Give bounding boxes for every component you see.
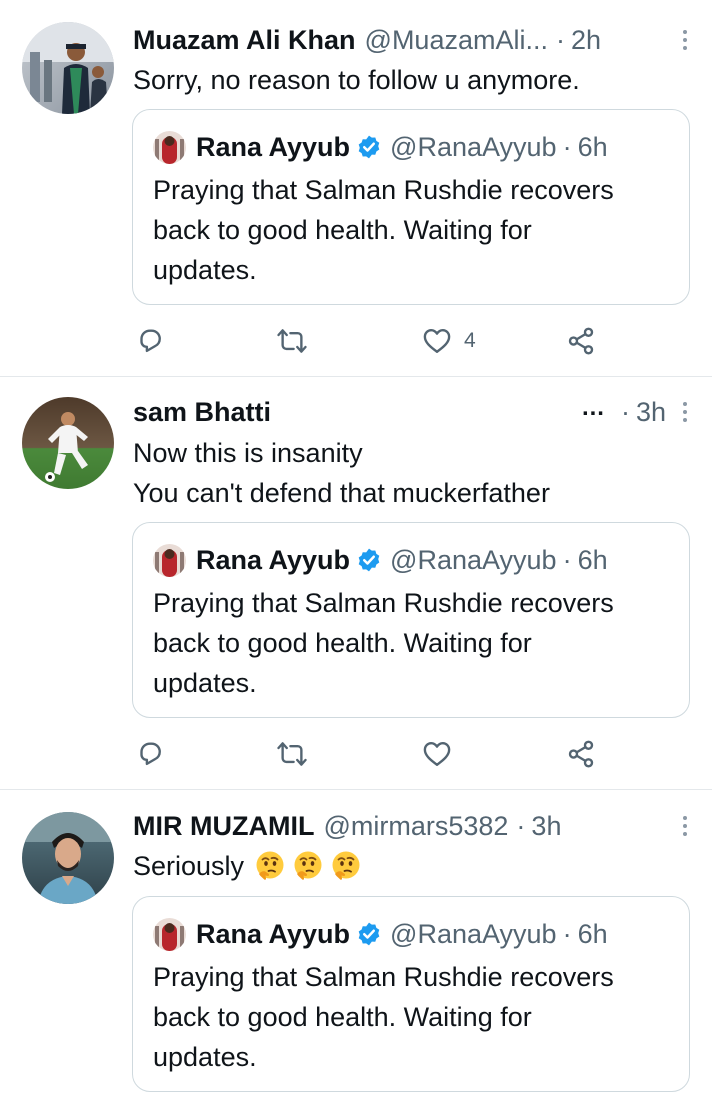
author-handle[interactable]: ...: [582, 390, 605, 426]
avatar[interactable]: [22, 397, 114, 489]
verified-badge-icon: [356, 921, 382, 947]
quoted-text-line: updates.: [153, 1042, 257, 1072]
avatar[interactable]: [22, 812, 114, 904]
more-options-icon[interactable]: [682, 400, 688, 424]
separator-dot: ·: [516, 811, 526, 841]
quoted-text-line: Praying that Salman Rushdie recovers: [153, 175, 614, 205]
quoted-tweet-text: Praying that Salman Rushdie recovers bac…: [153, 583, 683, 703]
quoted-author-handle[interactable]: @RanaAyyub: [390, 919, 557, 950]
quoted-tweet-header: Rana Ayyub @RanaAyyub · 6h: [153, 543, 608, 577]
more-options-icon[interactable]: [682, 814, 688, 838]
reply-icon: [135, 326, 165, 356]
timestamp[interactable]: 3h: [636, 394, 666, 430]
separator-dot: ·: [562, 131, 572, 162]
reply-tweet[interactable]: Muazam Ali Khan @MuazamAli... · 2h Sorry…: [0, 0, 712, 376]
like-count: 4: [464, 329, 476, 352]
tweet-header: Muazam Ali Khan @MuazamAli... · 2h: [133, 22, 692, 58]
author-name[interactable]: Muazam Ali Khan: [133, 22, 356, 58]
retweet-button[interactable]: [276, 321, 308, 361]
share-button[interactable]: [566, 321, 596, 361]
share-icon: [566, 326, 596, 356]
quoted-avatar: [153, 130, 186, 164]
tweet-text-line: You can't defend that muckerfather: [133, 478, 550, 508]
verified-badge-icon: [356, 547, 382, 573]
tweet-header: MIR MUZAMIL @mirmars5382 · 3h: [133, 808, 692, 844]
thinking-face-emoji-icon: [330, 850, 362, 882]
tweet-actions: 4: [132, 321, 612, 361]
tweet-header: sam Bhatti ... · 3h: [133, 394, 692, 430]
retweet-icon: [276, 326, 308, 356]
quoted-text-line: back to good health. Waiting for: [153, 628, 532, 658]
reply-button[interactable]: [135, 321, 165, 361]
reply-icon: [135, 739, 165, 769]
separator-dot: ·: [562, 918, 572, 949]
avatar[interactable]: [22, 22, 114, 114]
quoted-text-line: Praying that Salman Rushdie recovers: [153, 588, 614, 618]
quoted-text-line: updates.: [153, 668, 257, 698]
quoted-text-line: updates.: [153, 255, 257, 285]
author-handle[interactable]: @mirmars5382: [323, 808, 508, 844]
heart-icon: [422, 326, 452, 356]
verified-badge-icon: [356, 134, 382, 160]
quoted-avatar: [153, 917, 186, 951]
quoted-timestamp[interactable]: 6h: [578, 132, 608, 163]
quoted-author-name[interactable]: Rana Ayyub: [196, 545, 350, 576]
quoted-tweet[interactable]: Rana Ayyub @RanaAyyub · 6h Praying that …: [132, 896, 690, 1092]
heart-icon: [422, 739, 452, 769]
quoted-tweet-text: Praying that Salman Rushdie recovers bac…: [153, 957, 683, 1077]
reply-button[interactable]: [135, 734, 165, 774]
quoted-tweet-header: Rana Ayyub @RanaAyyub · 6h: [153, 130, 608, 164]
author-name[interactable]: MIR MUZAMIL: [133, 808, 314, 844]
share-button[interactable]: [566, 734, 596, 774]
thinking-face-emoji-icon: [254, 850, 286, 882]
tweet-actions: [132, 734, 612, 774]
tweet-text-line: Sorry, no reason to follow u anymore.: [133, 65, 580, 95]
author-name[interactable]: sam Bhatti: [133, 394, 271, 430]
quoted-text-line: back to good health. Waiting for: [153, 1002, 532, 1032]
timestamp[interactable]: 3h: [531, 808, 561, 844]
retweet-icon: [276, 739, 308, 769]
like-button[interactable]: 4: [422, 321, 476, 361]
tweet-text-line: Seriously: [133, 846, 362, 886]
quoted-timestamp[interactable]: 6h: [578, 919, 608, 950]
quoted-author-handle[interactable]: @RanaAyyub: [390, 545, 557, 576]
tweet-text: Seriously: [133, 851, 245, 881]
quoted-tweet[interactable]: Rana Ayyub @RanaAyyub · 6h Praying that …: [132, 522, 690, 718]
quoted-timestamp[interactable]: 6h: [578, 545, 608, 576]
like-button[interactable]: [422, 734, 452, 774]
author-handle[interactable]: @MuazamAli...: [365, 22, 548, 58]
quoted-author-name[interactable]: Rana Ayyub: [196, 132, 350, 163]
quoted-text-line: Praying that Salman Rushdie recovers: [153, 962, 614, 992]
quoted-avatar: [153, 543, 186, 577]
timestamp[interactable]: 2h: [571, 22, 601, 58]
quoted-tweet[interactable]: Rana Ayyub @RanaAyyub · 6h Praying that …: [132, 109, 690, 305]
more-options-icon[interactable]: [682, 28, 688, 52]
thinking-face-emoji-icon: [292, 850, 324, 882]
reply-tweet[interactable]: sam Bhatti ... · 3h Now this is insanity…: [0, 377, 712, 789]
separator-dot: ·: [555, 25, 565, 55]
quoted-author-handle[interactable]: @RanaAyyub: [390, 132, 557, 163]
tweet-text-line: Now this is insanity: [133, 438, 363, 468]
share-icon: [566, 739, 596, 769]
separator-dot: ·: [562, 544, 572, 575]
retweet-button[interactable]: [276, 734, 308, 774]
quoted-tweet-text: Praying that Salman Rushdie recovers bac…: [153, 170, 683, 290]
separator-dot: ·: [620, 397, 630, 427]
quoted-author-name[interactable]: Rana Ayyub: [196, 919, 350, 950]
reply-tweet[interactable]: MIR MUZAMIL @mirmars5382 · 3h Seriously …: [0, 790, 712, 1096]
quoted-tweet-header: Rana Ayyub @RanaAyyub · 6h: [153, 917, 608, 951]
quoted-text-line: back to good health. Waiting for: [153, 215, 532, 245]
